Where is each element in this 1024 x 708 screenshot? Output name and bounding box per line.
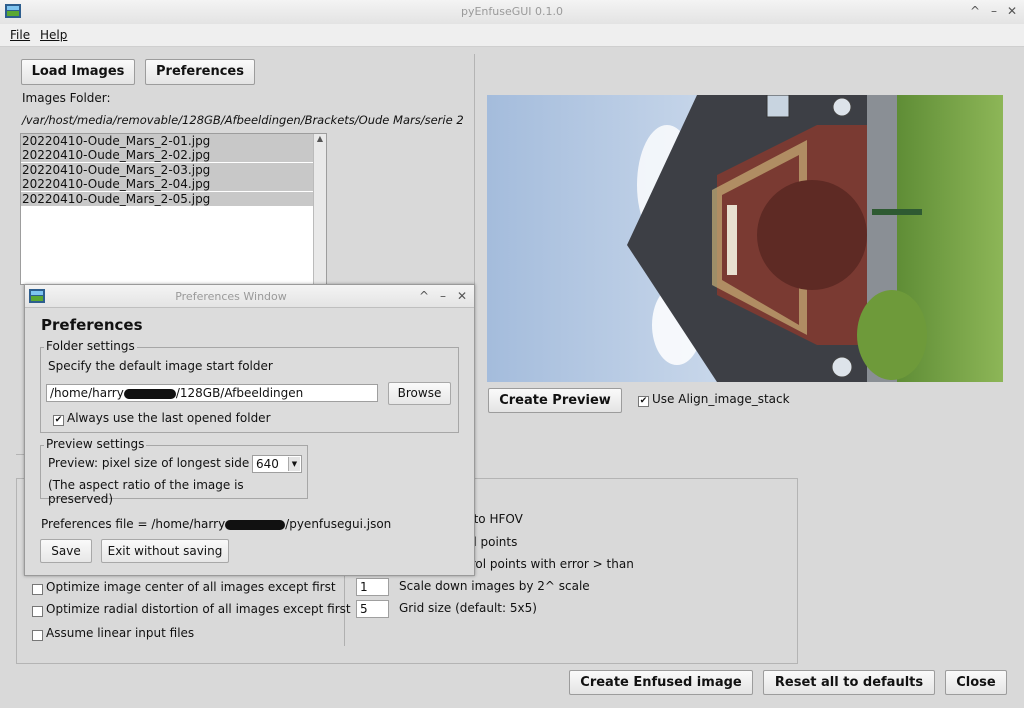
maximize-icon[interactable]: – xyxy=(987,4,1001,18)
optimize-radial-label: Optimize radial distortion of all images… xyxy=(46,602,351,616)
load-images-button[interactable]: Load Images xyxy=(21,59,135,85)
images-folder-label: Images Folder: xyxy=(22,91,111,105)
close-button[interactable]: Close xyxy=(945,670,1007,695)
default-folder-input[interactable]: /home/harry/128GB/Afbeeldingen xyxy=(46,384,378,402)
folder-description: Specify the default image start folder xyxy=(48,359,273,373)
list-item[interactable]: 20220410-Oude_Mars_2-03.jpg xyxy=(21,163,313,177)
optimize-center-label: Optimize image center of all images exce… xyxy=(46,580,336,594)
always-last-folder-checkbox[interactable]: ✔ xyxy=(53,415,64,426)
list-item[interactable]: 20220410-Oude_Mars_2-05.jpg xyxy=(21,192,313,206)
preview-settings-group: Preview settings Preview: pixel size of … xyxy=(40,437,308,506)
preview-settings-legend: Preview settings xyxy=(44,437,147,451)
preferences-file-path: Preferences file = /home/harry/pyenfuseg… xyxy=(41,517,392,531)
scale-input[interactable]: 1 xyxy=(356,578,389,596)
list-item[interactable]: 20220410-Oude_Mars_2-04.jpg xyxy=(21,177,313,191)
minimize-icon[interactable]: ^ xyxy=(968,4,982,18)
title-bar: pyEnfuseGUI 0.1.0 ^ – ✕ xyxy=(0,0,1024,25)
menu-help[interactable]: Help xyxy=(40,28,67,42)
dialog-minimize-icon[interactable]: ^ xyxy=(417,289,431,303)
option-partial-error-threshold: trol points with error > than xyxy=(466,557,634,571)
align-image-stack-label: Use Align_image_stack xyxy=(652,392,790,406)
reset-defaults-button[interactable]: Reset all to defaults xyxy=(763,670,935,695)
menu-bar: File Help xyxy=(0,24,1024,47)
grid-size-label: Grid size (default: 5x5) xyxy=(399,601,537,615)
dialog-close-icon[interactable]: ✕ xyxy=(455,289,469,303)
redaction-mark xyxy=(225,519,286,530)
dialog-title: Preferences Window xyxy=(175,290,287,303)
aspect-ratio-note: (The aspect ratio of the image is preser… xyxy=(48,478,244,506)
redaction-mark xyxy=(123,388,176,399)
list-item[interactable]: 20220410-Oude_Mars_2-02.jpg xyxy=(21,148,313,162)
chevron-down-icon[interactable]: ▼ xyxy=(288,457,300,471)
optimize-radial-checkbox[interactable] xyxy=(32,606,43,617)
align-image-stack-checkbox[interactable]: ✔ xyxy=(638,396,649,407)
always-last-folder-label: Always use the last opened folder xyxy=(67,411,271,425)
preview-image xyxy=(487,95,1003,382)
pixel-size-label: Preview: pixel size of longest side xyxy=(48,456,250,470)
close-icon[interactable]: ✕ xyxy=(1005,4,1019,18)
dialog-heading: Preferences xyxy=(41,316,143,334)
linear-input-checkbox[interactable] xyxy=(32,630,43,641)
create-preview-button[interactable]: Create Preview xyxy=(488,388,622,413)
save-button[interactable]: Save xyxy=(40,539,92,563)
list-scrollbar[interactable]: ▲ xyxy=(313,134,326,284)
images-folder-path: /var/host/media/removable/128GB/Afbeeldi… xyxy=(22,113,464,127)
list-item[interactable]: 20220410-Oude_Mars_2-01.jpg xyxy=(21,134,313,148)
linear-input-label: Assume linear input files xyxy=(46,626,195,640)
grid-size-input[interactable]: 5 xyxy=(356,600,389,618)
image-file-list[interactable]: 20220410-Oude_Mars_2-01.jpg 20220410-Oud… xyxy=(20,133,327,285)
preferences-button[interactable]: Preferences xyxy=(145,59,255,85)
pixel-size-select[interactable]: 640 ▼ xyxy=(252,455,302,473)
browse-button[interactable]: Browse xyxy=(388,382,451,405)
folder-settings-legend: Folder settings xyxy=(44,339,137,353)
folder-settings-group: Folder settings Specify the default imag… xyxy=(40,339,459,433)
menu-file[interactable]: File xyxy=(10,28,30,42)
create-enfused-button[interactable]: Create Enfused image xyxy=(569,670,753,695)
preferences-dialog: Preferences Window ^ – ✕ Preferences Fol… xyxy=(24,284,475,576)
dialog-maximize-icon[interactable]: – xyxy=(436,289,450,303)
window-title: pyEnfuseGUI 0.1.0 xyxy=(460,5,564,18)
exit-without-saving-button[interactable]: Exit without saving xyxy=(101,539,229,563)
optimize-center-checkbox[interactable] xyxy=(32,584,43,595)
scroll-up-icon[interactable]: ▲ xyxy=(314,134,326,143)
dialog-title-bar: Preferences Window ^ – ✕ xyxy=(25,285,474,308)
scale-label: Scale down images by 2^ scale xyxy=(399,579,590,593)
